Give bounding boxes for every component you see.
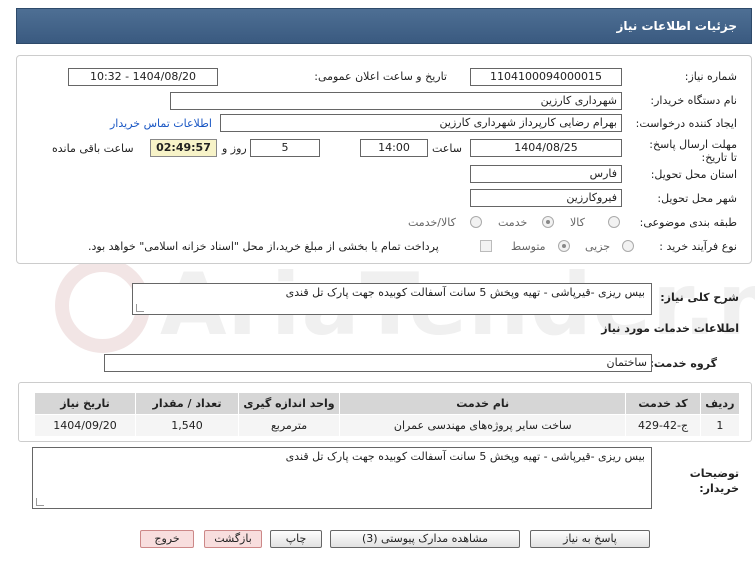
summary-textarea[interactable]: بیس ریزی -قیرپاشی - تهیه وپخش 5 سانت آسف… — [132, 283, 652, 315]
need-number-field[interactable]: 1104100094000015 — [470, 68, 622, 86]
category-option-service: خدمت — [498, 216, 528, 229]
buyer-org-field[interactable]: شهرداری کارزین — [170, 92, 622, 110]
deadline-date-field[interactable]: 1404/08/25 — [470, 139, 622, 157]
cell-quantity: 1,540 — [135, 414, 240, 437]
deadline-label: مهلت ارسال پاسخ: تا تاریخ: — [649, 138, 737, 164]
process-label: نوع فرآیند خرید : — [659, 240, 737, 253]
cell-service-name: ساخت سایر پروژه‌های مهندسی عمران — [339, 414, 627, 437]
city-label: شهر محل تحویل: — [657, 192, 737, 205]
col-need-date: تاریخ نیاز — [33, 392, 137, 415]
buyer-notes-textarea[interactable]: بیس ریزی -قیرپاشی - تهیه وپخش 5 سانت آسف… — [32, 447, 652, 509]
process-option-minor: جزیی — [585, 240, 611, 253]
print-button[interactable]: چاپ — [270, 530, 322, 548]
province-field[interactable]: فارس — [470, 165, 622, 183]
category-radio-service[interactable] — [542, 216, 554, 228]
category-option-goods: کالا — [570, 216, 585, 229]
details-panel — [16, 55, 752, 264]
contact-buyer-link[interactable]: اطلاعات تماس خریدار — [110, 117, 212, 130]
announce-field[interactable]: 1404/08/20 - 10:32 — [68, 68, 218, 86]
col-service-code: کد خدمت — [625, 392, 701, 415]
province-label: استان محل تحویل: — [650, 168, 737, 181]
process-radio-medium[interactable] — [558, 240, 570, 252]
back-button[interactable]: بازگشت — [204, 530, 262, 548]
remaining-time-field: 02:49:57 — [150, 139, 217, 157]
buyer-notes-label: توضیحات خریدار: — [689, 467, 739, 495]
buyer-org-label: نام دستگاه خریدار: — [650, 94, 737, 107]
page-title: جزئیات اطلاعات نیاز — [16, 8, 752, 44]
creator-field[interactable]: بهرام رضایی کارپرداز شهرداری کارزین — [220, 114, 622, 132]
cell-unit: مترمربع — [238, 414, 341, 437]
col-unit: واحد اندازه گیری — [238, 392, 341, 415]
treasury-payment-checkbox[interactable] — [480, 240, 492, 252]
treasury-payment-note: پرداخت تمام یا بخشی از مبلغ خرید،از محل … — [88, 240, 439, 253]
city-field[interactable]: فیروکارزین — [470, 189, 622, 207]
category-radio-goods[interactable] — [608, 216, 620, 228]
time-label: ساعت — [432, 142, 462, 155]
service-group-field[interactable]: ساختمان — [104, 354, 652, 372]
reply-button[interactable]: پاسخ به نیاز — [530, 530, 650, 548]
services-table: ردیف کد خدمت نام خدمت واحد اندازه گیری ت… — [33, 392, 741, 437]
exit-button[interactable]: خروج — [140, 530, 194, 548]
summary-label: شرح کلی نیاز: — [660, 291, 739, 304]
col-quantity: تعداد / مقدار — [135, 392, 240, 415]
buyer-notes-text: بیس ریزی -قیرپاشی - تهیه وپخش 5 سانت آسف… — [285, 450, 645, 463]
process-radio-minor[interactable] — [622, 240, 634, 252]
service-group-label: گروه خدمت: — [649, 357, 717, 370]
days-label: روز و — [222, 142, 247, 155]
col-row: ردیف — [699, 392, 741, 415]
view-attachments-button[interactable]: مشاهده مدارک پیوستی (3) — [330, 530, 520, 548]
resize-grip-icon[interactable] — [136, 304, 144, 312]
days-field[interactable]: 5 — [250, 139, 320, 157]
cell-service-code: ج-42-429 — [625, 414, 701, 437]
creator-label: ایجاد کننده درخواست: — [635, 117, 737, 130]
cell-need-date: 1404/09/20 — [33, 414, 137, 437]
category-label: طبقه بندی موضوعی: — [639, 216, 737, 229]
remaining-label: ساعت باقی مانده — [52, 142, 134, 155]
deadline-time-field[interactable]: 14:00 — [360, 139, 428, 157]
need-number-label: شماره نیاز: — [684, 70, 737, 83]
category-option-goods-service: کالا/خدمت — [408, 216, 456, 229]
table-row[interactable]: 1 ج-42-429 ساخت سایر پروژه‌های مهندسی عم… — [33, 414, 741, 437]
process-option-medium: متوسط — [511, 240, 546, 253]
services-section-title: اطلاعات خدمات مورد نیاز — [601, 322, 739, 335]
announce-label: تاریخ و ساعت اعلان عمومی: — [314, 70, 447, 83]
resize-grip-icon[interactable] — [36, 498, 44, 506]
col-service-name: نام خدمت — [339, 392, 627, 415]
summary-text: بیس ریزی -قیرپاشی - تهیه وپخش 5 سانت آسف… — [285, 286, 645, 299]
category-radio-goods-service[interactable] — [470, 216, 482, 228]
cell-row: 1 — [699, 414, 741, 437]
